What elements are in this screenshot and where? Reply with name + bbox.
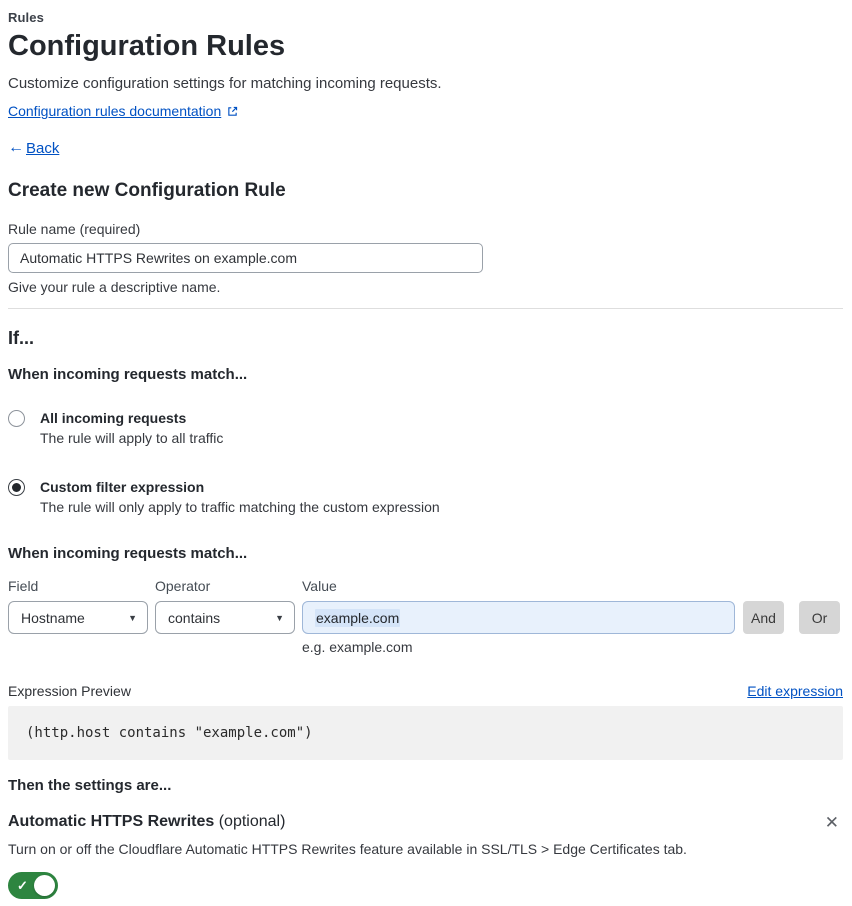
operator-select-value: contains <box>168 609 221 626</box>
match-heading: When incoming requests match... <box>8 366 248 383</box>
radio-option-custom-filter[interactable]: Custom filter expression The rule will o… <box>8 479 843 515</box>
radio-option-description: The rule will apply to all traffic <box>40 430 224 446</box>
builder-heading: When incoming requests match... <box>8 545 248 562</box>
radio-option-all-requests[interactable]: All incoming requests The rule will appl… <box>8 410 843 446</box>
check-icon: ✓ <box>17 878 28 893</box>
close-icon[interactable]: ✕ <box>821 814 843 831</box>
operator-select[interactable]: contains ▼ <box>155 601 295 634</box>
setting-title-name: Automatic HTTPS Rewrites <box>8 813 215 830</box>
radio-option-label: Custom filter expression <box>40 479 205 495</box>
setting-title: Automatic HTTPS Rewrites (optional) <box>8 813 285 831</box>
expression-preview-label: Expression Preview <box>8 683 131 699</box>
rule-name-helper: Give your rule a descriptive name. <box>8 279 221 295</box>
field-select-value: Hostname <box>21 609 85 626</box>
then-heading: Then the settings are... <box>8 777 172 794</box>
radio-option-label: All incoming requests <box>40 410 187 426</box>
expression-builder-row: Field Hostname ▼ Operator contains ▼ Val… <box>8 579 843 655</box>
expression-preview-code: (http.host contains "example.com") <box>8 706 843 760</box>
rule-name-label: Rule name (required) <box>8 221 141 237</box>
toggle-knob <box>34 875 55 896</box>
setting-title-optional: (optional) <box>214 813 286 830</box>
chevron-down-icon: ▼ <box>275 612 284 623</box>
back-arrow-icon: ← <box>8 139 24 156</box>
configuration-rules-page: Rules Configuration Rules Customize conf… <box>0 0 852 899</box>
page-subtitle: Customize configuration settings for mat… <box>8 75 442 92</box>
edit-expression-link[interactable]: Edit expression <box>747 683 843 699</box>
value-input[interactable]: example.com <box>302 601 735 634</box>
field-select[interactable]: Hostname ▼ <box>8 601 148 634</box>
operator-label: Operator <box>155 578 211 594</box>
rule-name-input[interactable] <box>8 243 483 273</box>
create-rule-heading: Create new Configuration Rule <box>8 180 286 201</box>
value-input-text: example.com <box>315 608 401 627</box>
external-link-icon <box>226 105 239 118</box>
value-helper: e.g. example.com <box>302 639 413 655</box>
setting-description: Turn on or off the Cloudflare Automatic … <box>8 841 687 857</box>
and-button[interactable]: And <box>743 601 784 634</box>
radio-option-description: The rule will only apply to traffic matc… <box>40 499 440 515</box>
chevron-down-icon: ▼ <box>128 612 137 623</box>
https-rewrites-toggle[interactable]: ✓ <box>8 872 58 899</box>
page-title: Configuration Rules <box>8 30 286 62</box>
breadcrumb: Rules <box>8 10 44 25</box>
field-label: Field <box>8 578 39 594</box>
radio-unselected-icon[interactable] <box>8 410 25 427</box>
value-label: Value <box>302 578 337 594</box>
documentation-link[interactable]: Configuration rules documentation <box>8 103 221 119</box>
back-link[interactable]: Back <box>26 140 59 157</box>
radio-selected-icon[interactable] <box>8 479 25 496</box>
if-heading: If... <box>8 328 34 348</box>
or-button[interactable]: Or <box>799 601 840 634</box>
section-divider <box>8 308 843 309</box>
